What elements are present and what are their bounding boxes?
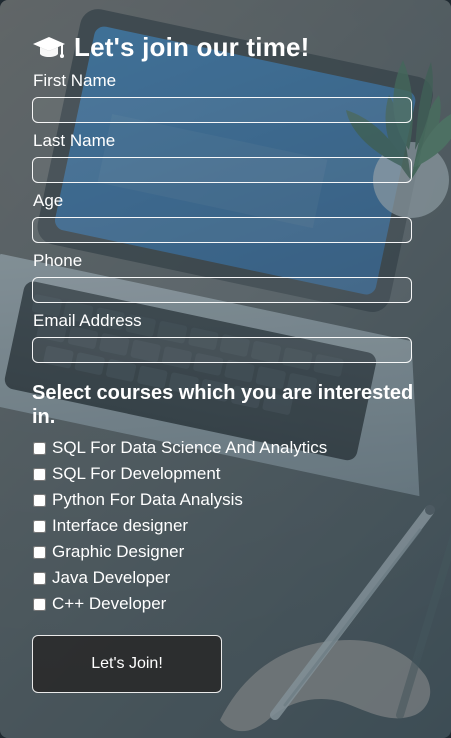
course-item-python-data-analysis[interactable]: Python For Data Analysis xyxy=(32,487,415,513)
courses-section-title: Select courses which you are interested … xyxy=(32,382,414,428)
age-input[interactable] xyxy=(32,217,412,243)
course-list: SQL For Data Science And Analytics SQL F… xyxy=(32,435,415,617)
course-checkbox[interactable] xyxy=(33,571,46,585)
form-title: Let's join our time! xyxy=(32,32,415,63)
email-address-input[interactable] xyxy=(32,337,412,363)
course-label: Interface designer xyxy=(52,516,189,535)
course-checkbox[interactable] xyxy=(33,467,46,481)
field-last-name: Last Name xyxy=(32,131,415,183)
title-text: Let's join our time! xyxy=(74,32,310,62)
course-checkbox[interactable] xyxy=(33,545,46,559)
page-background: Let's join our time! First Name Last Nam… xyxy=(0,0,451,738)
phone-input[interactable] xyxy=(32,277,412,303)
course-checkbox[interactable] xyxy=(33,441,46,455)
course-label: Java Developer xyxy=(52,568,171,587)
course-item-sql-data-science[interactable]: SQL For Data Science And Analytics xyxy=(32,435,415,461)
phone-label: Phone xyxy=(33,251,83,270)
last-name-label: Last Name xyxy=(33,131,116,150)
course-item-interface-designer[interactable]: Interface designer xyxy=(32,513,415,539)
field-age: Age xyxy=(32,191,415,243)
first-name-label: First Name xyxy=(33,71,117,90)
last-name-input[interactable] xyxy=(32,157,412,183)
age-label: Age xyxy=(33,191,64,210)
field-phone: Phone xyxy=(32,251,415,303)
course-label: SQL For Data Science And Analytics xyxy=(52,438,328,457)
course-label: C++ Developer xyxy=(52,594,167,613)
course-item-graphic-designer[interactable]: Graphic Designer xyxy=(32,539,415,565)
lets-join-button[interactable]: Let's Join! xyxy=(32,635,222,693)
course-label: SQL For Development xyxy=(52,464,221,483)
first-name-input[interactable] xyxy=(32,97,412,123)
course-checkbox[interactable] xyxy=(33,493,46,507)
course-label: Graphic Designer xyxy=(52,542,185,561)
course-label: Python For Data Analysis xyxy=(52,490,243,509)
email-address-label: Email Address xyxy=(33,311,142,330)
course-checkbox[interactable] xyxy=(33,519,46,533)
field-email: Email Address xyxy=(32,311,415,363)
signup-form: Let's join our time! First Name Last Nam… xyxy=(32,20,415,693)
course-item-sql-development[interactable]: SQL For Development xyxy=(32,461,415,487)
course-checkbox[interactable] xyxy=(33,597,46,611)
field-first-name: First Name xyxy=(32,71,415,123)
course-item-java-developer[interactable]: Java Developer xyxy=(32,565,415,591)
graduation-cap-icon xyxy=(32,34,66,62)
course-item-cpp-developer[interactable]: C++ Developer xyxy=(32,591,415,617)
